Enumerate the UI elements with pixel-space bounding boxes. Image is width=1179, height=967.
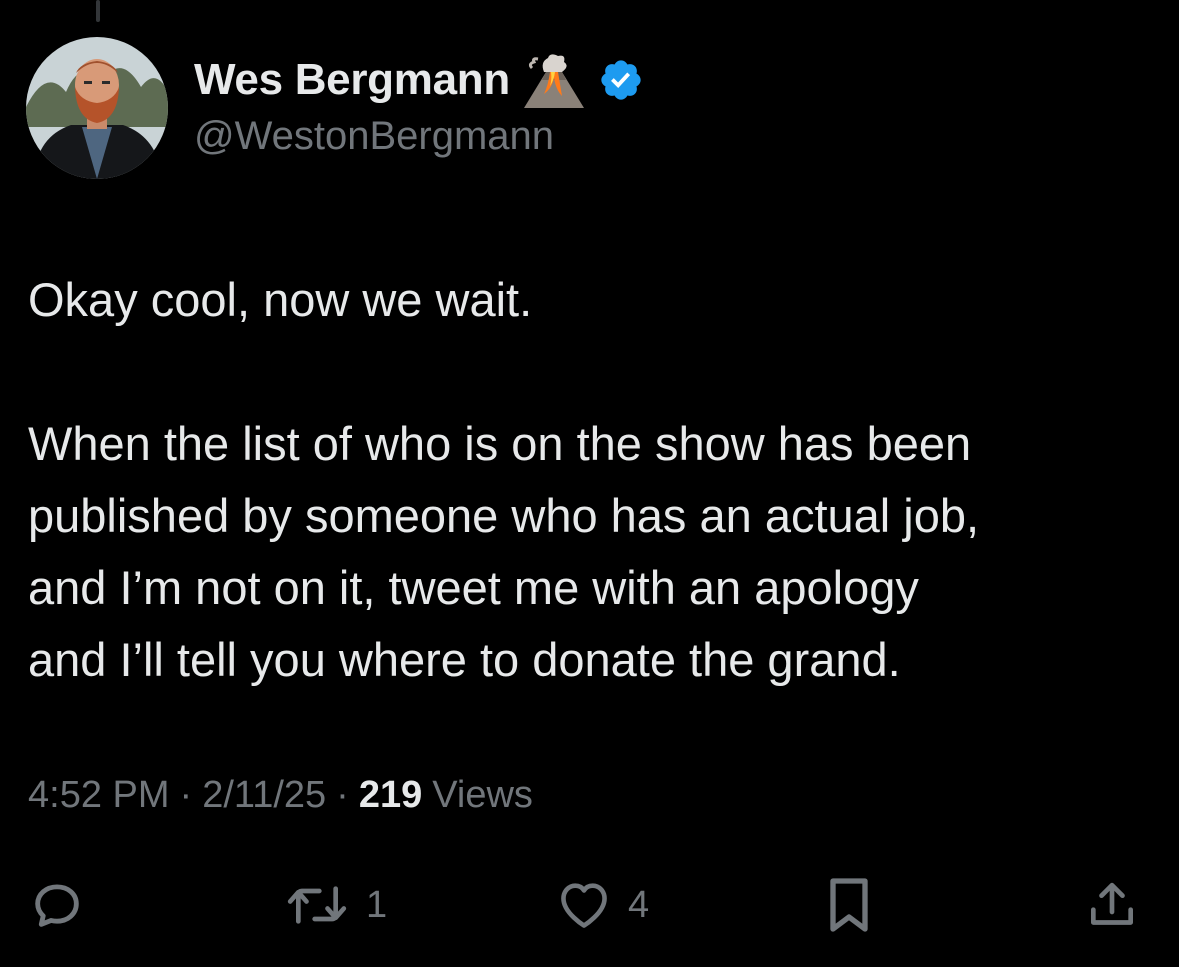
bookmark-icon <box>830 878 868 932</box>
tweet-line: Okay cool, now we wait. <box>28 273 533 326</box>
display-name[interactable]: Wes Bergmann <box>194 55 510 105</box>
retweet-count: 1 <box>366 883 388 926</box>
tweet-date[interactable]: 2/11/25 <box>202 774 326 817</box>
like-count: 4 <box>628 883 650 926</box>
meta-separator: · <box>336 774 349 816</box>
tweet-line: and I’m not on it, tweet me with an apol… <box>28 561 919 614</box>
tweet-action-bar: 1 4 <box>0 870 1179 940</box>
tweet-time[interactable]: 4:52 PM <box>28 774 170 817</box>
tweet-line: published by someone who has an actual j… <box>28 489 980 542</box>
author-header: Wes Bergmann <box>194 50 644 110</box>
bookmark-button[interactable] <box>822 870 876 940</box>
reply-icon <box>35 884 79 927</box>
avatar-image <box>26 37 168 179</box>
tweet-text: Okay cool, now we wait. When the list of… <box>28 264 1148 696</box>
retweet-button[interactable]: 1 <box>282 870 387 940</box>
author-handle[interactable]: @WestonBergmann <box>194 114 554 159</box>
volcano-icon <box>522 50 586 110</box>
heart-icon <box>561 883 607 928</box>
meta-separator: · <box>179 774 193 816</box>
views-label[interactable]: Views <box>432 774 533 817</box>
tweet-line: When the list of who is on the show has … <box>28 417 972 470</box>
tweet-line: and I’ll tell you where to donate the gr… <box>28 633 901 686</box>
retweet-icon <box>287 886 347 924</box>
share-button[interactable] <box>1084 870 1140 940</box>
views-count[interactable]: 219 <box>359 774 422 817</box>
share-icon <box>1091 882 1133 925</box>
verified-badge-icon[interactable] <box>598 57 644 103</box>
like-button[interactable]: 4 <box>554 870 649 940</box>
avatar[interactable] <box>26 37 168 179</box>
thread-connector-line <box>96 0 100 22</box>
reply-button[interactable] <box>28 870 86 940</box>
tweet-metadata: 4:52 PM · 2/11/25 · 219 Views <box>28 774 533 817</box>
